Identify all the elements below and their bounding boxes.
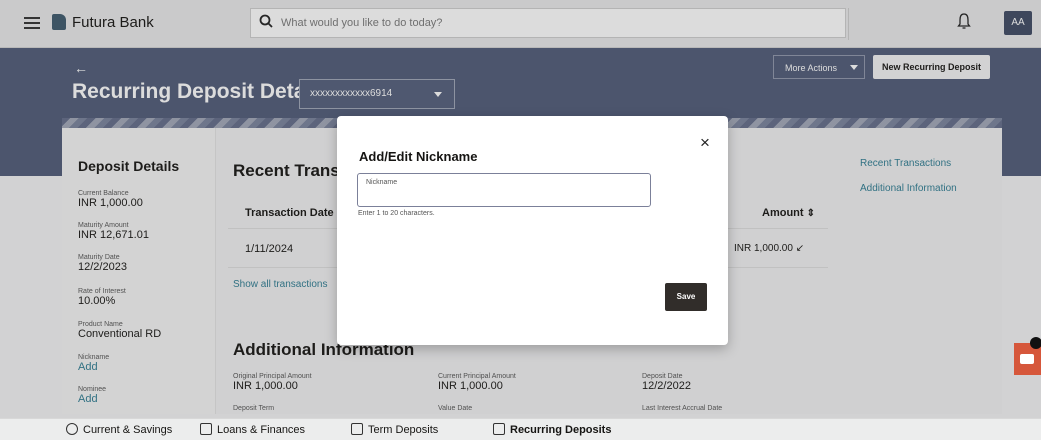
notification-dot xyxy=(1030,337,1041,349)
save-button[interactable]: Save xyxy=(665,283,707,311)
loans-icon xyxy=(200,423,212,435)
nav-label: Term Deposits xyxy=(368,424,439,436)
nickname-help-text: Enter 1 to 20 characters. xyxy=(358,210,435,217)
currency-icon xyxy=(66,423,78,435)
nav-label: Loans & Finances xyxy=(217,424,306,436)
edit-nickname-dialog: Add/Edit Nickname × Nickname Enter 1 to … xyxy=(337,116,728,345)
nickname-field-label: Nickname xyxy=(366,179,398,186)
nav-loans-finances[interactable]: Loans & Finances xyxy=(200,423,305,436)
dialog-title: Add/Edit Nickname xyxy=(359,149,478,164)
bottom-navigation: Current & Savings Loans & Finances Term … xyxy=(0,418,1041,440)
nav-current-savings[interactable]: Current & Savings xyxy=(66,423,172,436)
nav-recurring-deposits[interactable]: Recurring Deposits xyxy=(493,423,611,436)
nav-label: Recurring Deposits xyxy=(510,424,612,436)
recurring-deposit-icon xyxy=(493,423,505,435)
chat-icon xyxy=(1020,354,1034,364)
nav-term-deposits[interactable]: Term Deposits xyxy=(351,423,438,436)
term-deposit-icon xyxy=(351,423,363,435)
chat-button[interactable] xyxy=(1014,337,1041,375)
close-icon[interactable]: × xyxy=(700,133,710,153)
nickname-field[interactable]: Nickname xyxy=(357,173,651,207)
nav-label: Current & Savings xyxy=(83,424,173,436)
